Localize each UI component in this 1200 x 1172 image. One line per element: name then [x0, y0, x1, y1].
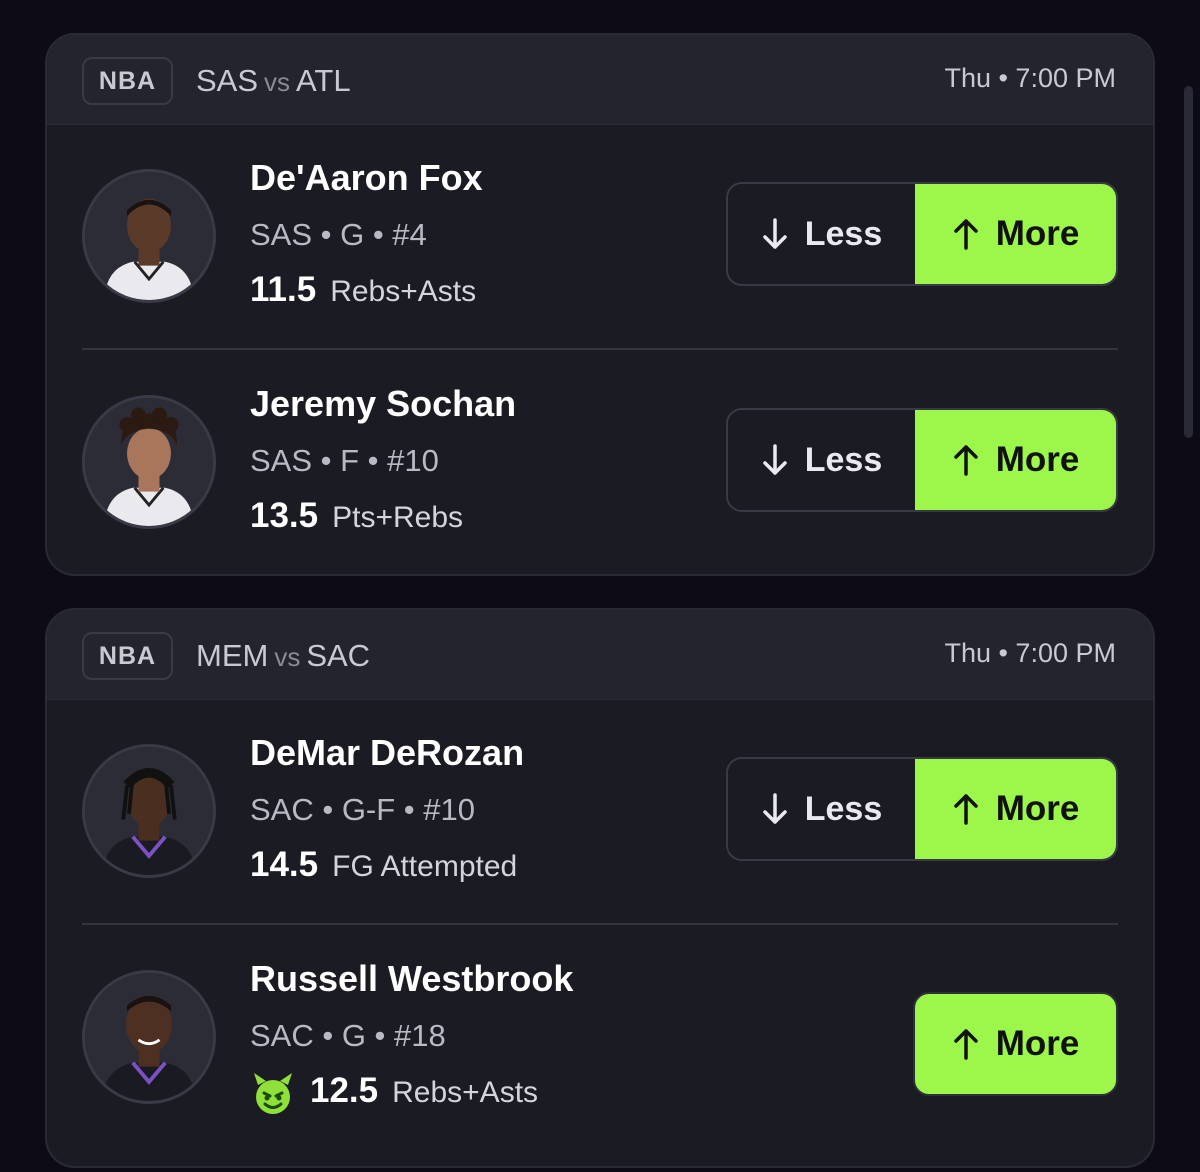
- matchup: MEM vs SAC: [196, 638, 370, 674]
- less-button[interactable]: Less: [728, 759, 915, 859]
- player-line: 12.5 Rebs+Asts: [250, 1071, 538, 1117]
- player-row: De'Aaron Fox SAS • G • #4 11.5 Rebs+Asts…: [47, 125, 1153, 349]
- team-home: SAS: [196, 63, 259, 98]
- more-button[interactable]: More: [915, 184, 1116, 284]
- game-header: NBA MEM vs SAC Thu • 7:00 PM: [47, 610, 1153, 700]
- player-line: 11.5 Rebs+Asts: [250, 270, 476, 310]
- more-button[interactable]: More: [913, 992, 1118, 1096]
- pick-buttons: Less More: [726, 182, 1118, 286]
- player-name: DeMar DeRozan: [250, 732, 525, 773]
- player-row: Jeremy Sochan SAS • F • #10 13.5 Pts+Reb…: [47, 351, 1153, 574]
- player-meta: SAS • G • #4: [250, 217, 427, 252]
- row-divider: [82, 923, 1118, 925]
- more-label: More: [995, 789, 1080, 828]
- line-value: 13.5: [250, 496, 319, 535]
- player-row: Russell Westbrook SAC • G • #18 12.5 Reb…: [47, 926, 1153, 1150]
- line-stat: Rebs+Asts: [392, 1076, 539, 1109]
- team-home: MEM: [196, 638, 269, 673]
- game-card-sas-atl: NBA SAS vs ATL Thu • 7:00 PM De'Aaron Fox …: [45, 33, 1155, 576]
- game-time: Thu • 7:00 PM: [944, 638, 1116, 668]
- line-value: 12.5: [310, 1071, 379, 1110]
- vs-label: vs: [264, 67, 291, 97]
- player-avatar: [82, 395, 216, 529]
- vs-label: vs: [274, 642, 301, 672]
- less-label: Less: [804, 789, 883, 828]
- less-label: Less: [804, 214, 883, 253]
- line-value: 11.5: [250, 270, 317, 309]
- more-button[interactable]: More: [915, 410, 1116, 510]
- scrollbar[interactable]: [1184, 86, 1193, 438]
- player-avatar: [82, 970, 216, 1104]
- team-away: SAC: [306, 638, 371, 673]
- player-line: 14.5 FG Attempted: [250, 845, 517, 885]
- less-label: Less: [804, 440, 883, 479]
- player-name: Jeremy Sochan: [250, 383, 517, 424]
- league-badge: NBA: [82, 632, 173, 680]
- more-label: More: [995, 1024, 1080, 1063]
- player-row: DeMar DeRozan SAC • G-F • #10 14.5 FG At…: [47, 700, 1153, 924]
- line-stat: Pts+Rebs: [332, 501, 464, 534]
- line-stat: FG Attempted: [332, 850, 518, 883]
- team-away: ATL: [296, 63, 351, 98]
- arrow-down-icon: [763, 793, 787, 824]
- row-divider: [82, 348, 1118, 350]
- arrow-up-icon: [953, 445, 978, 476]
- line-value: 14.5: [250, 845, 319, 884]
- player-name: De'Aaron Fox: [250, 157, 483, 198]
- arrow-down-icon: [763, 444, 787, 475]
- pick-buttons: Less More: [726, 757, 1118, 861]
- league-badge: NBA: [82, 57, 173, 105]
- less-button[interactable]: Less: [728, 410, 915, 510]
- player-avatar: [82, 744, 216, 878]
- matchup: SAS vs ATL: [196, 63, 351, 99]
- pick-buttons: Less More: [726, 408, 1118, 512]
- more-label: More: [995, 214, 1080, 253]
- player-meta: SAC • G-F • #10: [250, 792, 475, 827]
- less-button[interactable]: Less: [728, 184, 915, 284]
- player-meta: SAS • F • #10: [250, 443, 439, 478]
- line-stat: Rebs+Asts: [330, 275, 477, 308]
- more-button[interactable]: More: [915, 759, 1116, 859]
- player-meta: SAC • G • #18: [250, 1018, 446, 1053]
- more-label: More: [995, 440, 1080, 479]
- arrow-up-icon: [953, 219, 978, 250]
- player-line: 13.5 Pts+Rebs: [250, 496, 463, 536]
- game-header: NBA SAS vs ATL Thu • 7:00 PM: [47, 35, 1153, 125]
- arrow-down-icon: [763, 218, 787, 249]
- game-time: Thu • 7:00 PM: [944, 63, 1116, 93]
- player-avatar: [82, 169, 216, 303]
- demon-icon: [254, 1073, 292, 1114]
- game-card-mem-sac: NBA MEM vs SAC Thu • 7:00 PM DeMar DeRozan…: [45, 608, 1155, 1168]
- arrow-up-icon: [953, 794, 978, 825]
- player-name: Russell Westbrook: [250, 958, 574, 999]
- arrow-up-icon: [953, 1029, 978, 1060]
